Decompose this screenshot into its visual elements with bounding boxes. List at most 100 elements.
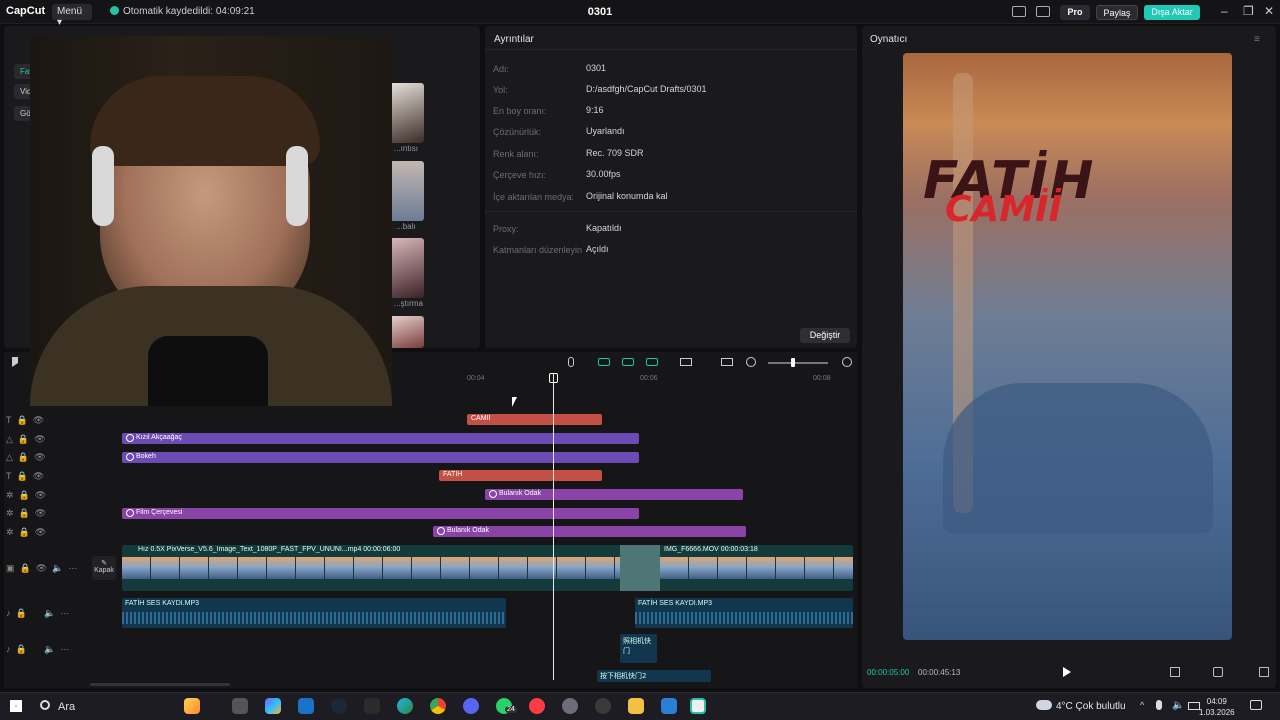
zoom-in-icon[interactable] [842,357,852,367]
filter-clip[interactable]: Film Çerçevesi [122,508,639,519]
filmstrip-frame [441,557,469,579]
music-icon[interactable] [529,698,545,714]
media-thumb[interactable] [390,238,424,298]
divider [485,211,857,212]
share-button[interactable]: Paylaş [1096,5,1138,20]
preview-axis-icon[interactable] [646,358,658,366]
zoom-slider[interactable] [768,362,828,364]
filter-icon [437,527,445,535]
microphone-icon[interactable] [568,357,574,367]
track-controls[interactable]: ✲ 🔒 👁 [6,508,46,519]
video-preview[interactable]: FATİH CAMİİ [903,53,1232,640]
clip-label: IMG_F6666.MOV 00:00:03:18 [664,546,758,553]
zoom-out-icon[interactable] [746,357,756,367]
track-controls[interactable]: △ 🔒 👁 [6,452,46,463]
audio-label: 照相机快门 [623,637,651,655]
filter-icon [126,509,134,517]
media-thumb-label: ...ştırma [394,299,423,308]
playhead[interactable] [553,373,554,680]
media-thumb-label: ...balı [396,222,416,231]
tray-chevron-icon[interactable]: ^ [1140,700,1144,710]
discord-icon[interactable] [463,698,479,714]
file-explorer-icon[interactable] [628,698,644,714]
main-video-clip[interactable]: IMG_F6666.MOV 00:00:03:18 [660,545,853,591]
audio-clip[interactable]: FATİH SES KAYDI.MP3 [122,598,506,628]
ruler-label: 00:06 [640,375,658,382]
outlook-icon[interactable] [298,698,314,714]
split-icon[interactable] [680,358,692,366]
filter-clip[interactable]: Bulanık Odak [485,489,743,500]
track-controls[interactable]: T 🔒 👁 [6,471,44,482]
main-video-clip[interactable]: Hız 0.5X PixVerse_V5.6_Image_Text_1080P_… [122,545,620,591]
pro-button[interactable]: Pro [1060,5,1090,20]
maximize-icon[interactable]: ❐ [1243,4,1254,18]
track-controls[interactable]: ✲ 🔒 👁 [6,527,46,538]
detail-label: İçe aktarılan medya: [493,192,575,202]
cover-button[interactable]: ✎ Kapak [92,556,116,580]
obs-icon[interactable] [562,698,578,714]
export-button[interactable]: Dışa Aktar [1144,5,1200,20]
edge-icon[interactable] [397,698,413,714]
track-controls[interactable]: ✲ 🔒 👁 [6,490,46,501]
screenshot-icon[interactable] [1213,667,1223,677]
copilot-app-icon[interactable] [265,698,281,714]
filmstrip-frame [718,557,746,579]
weather-widget[interactable]: 4°C Çok bulutlu [1056,701,1126,712]
audio-clip[interactable]: FATİH SES KAYDI.MP3 [635,598,853,628]
task-view-icon[interactable] [232,698,248,714]
mic-tray-icon[interactable] [1156,700,1162,710]
search-box[interactable]: Ara [58,701,75,713]
transition-marker[interactable] [620,545,660,591]
media-thumb[interactable] [390,83,424,143]
audio-clip[interactable]: 照相机快门 [620,634,657,663]
text-clip[interactable]: CAMİİ [467,414,602,425]
filter-clip[interactable]: Bulanık Odak [433,526,746,537]
media-thumb[interactable] [390,316,424,348]
audio-label: 按下相机快门2 [600,672,647,680]
track-controls[interactable]: ♪ 🔒 🔈 ⋯ [6,644,69,655]
filmstrip-frame [354,557,382,579]
chrome-icon[interactable] [430,698,446,714]
change-button[interactable]: Değiştir [800,328,850,343]
clock-app-icon[interactable] [595,698,611,714]
fullscreen-icon[interactable] [1259,667,1269,677]
media-thumb[interactable] [390,161,424,221]
detail-label: Proxy: [493,224,519,234]
magnet-icon[interactable] [598,358,610,366]
filmstrip-frame [383,557,411,579]
text-clip[interactable]: FATİH [439,470,602,481]
track-controls[interactable]: △ 🔒 👁 [6,434,46,445]
effect-clip[interactable]: Bokeh [122,452,639,463]
epic-games-icon[interactable] [364,698,380,714]
horizontal-scrollbar[interactable] [90,683,230,686]
steam-icon[interactable] [331,698,347,714]
play-icon[interactable] [1063,667,1071,677]
copilot-icon[interactable] [184,698,200,714]
windows-start-icon[interactable] [10,700,22,712]
caption-icon[interactable] [721,358,733,366]
filmstrip-frame [151,557,179,579]
crop-icon[interactable] [1170,667,1180,677]
volume-icon[interactable]: 🔈 [1172,700,1184,711]
title-bar: CapCut Menü ▾ Otomatik kaydedildi: 04:09… [0,0,1280,28]
audio-label: FATİH SES KAYDI.MP3 [125,600,200,607]
shortcuts-icon[interactable] [1036,6,1050,17]
capcut-taskbar-icon[interactable] [690,698,706,714]
minimize-icon[interactable]: – [1221,4,1228,18]
track-controls[interactable]: ▣ 🔒 👁 🔈 ⋯ [6,563,77,574]
filmstrip-frame [528,557,556,579]
zoom-slider-handle[interactable] [791,358,795,367]
notification-icon[interactable] [1250,700,1262,710]
link-icon[interactable] [622,358,634,366]
menu-icon[interactable]: ≡ [1254,34,1260,45]
search-icon[interactable] [40,700,50,710]
layout-icon[interactable] [1012,6,1026,17]
audio-clip[interactable]: 按下相机快门2 [597,670,711,682]
system-clock[interactable]: 04:09 1.03.2026 [1199,696,1235,718]
track-controls[interactable]: T 🔒 👁 [6,415,44,426]
photos-icon[interactable] [661,698,677,714]
select-tool-icon[interactable] [12,357,20,367]
effect-clip[interactable]: Kızıl Akçaağaç [122,433,639,444]
close-icon[interactable]: ✕ [1264,4,1274,18]
track-controls[interactable]: ♪ 🔒 🔈 ⋯ [6,608,69,619]
